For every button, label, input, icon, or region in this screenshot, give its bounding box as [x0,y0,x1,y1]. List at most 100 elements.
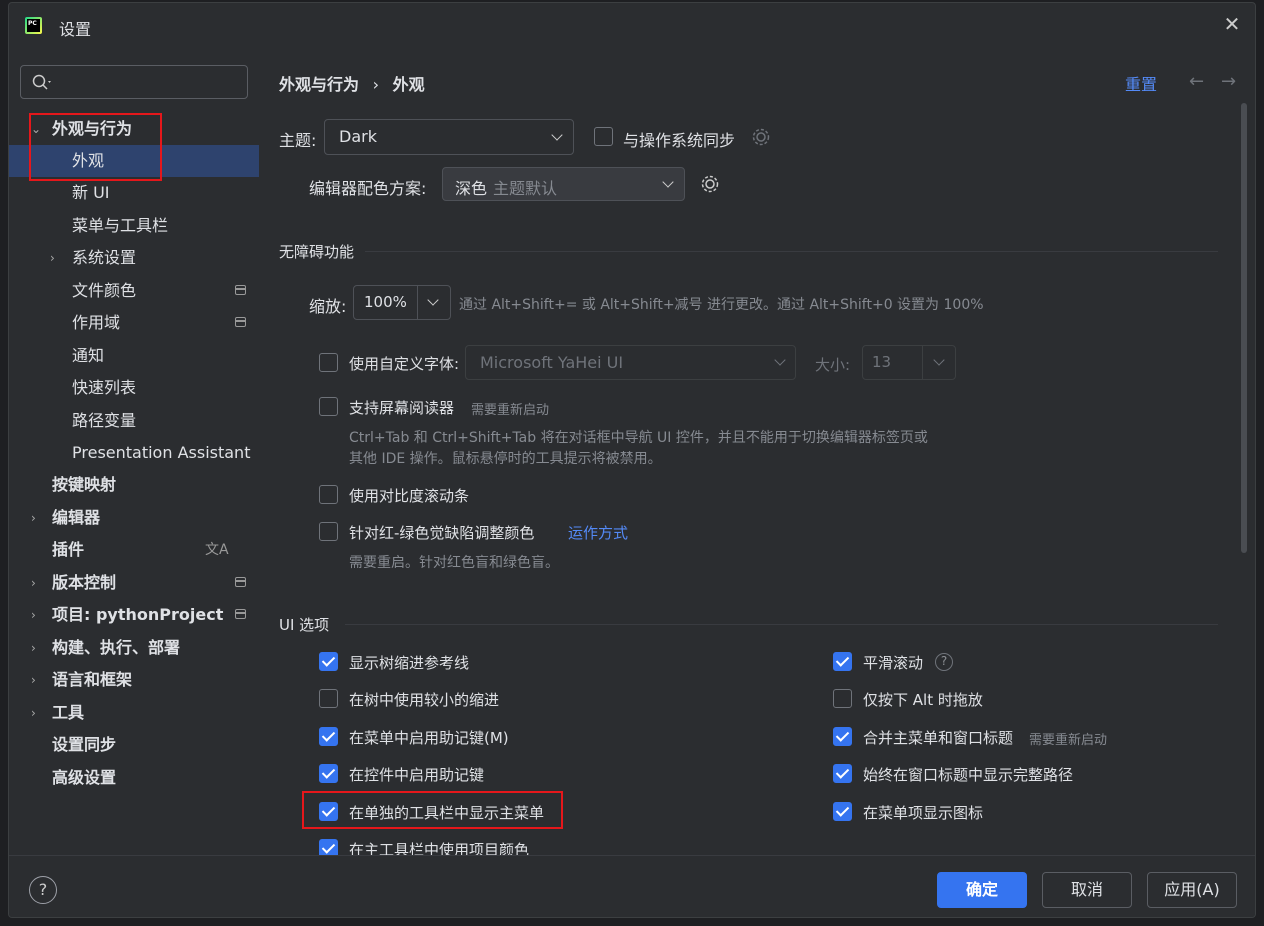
sidebar-item-path-variables[interactable]: 路径变量 [9,405,259,437]
sidebar-item-notifications[interactable]: 通知 [9,340,259,372]
sidebar-item-build[interactable]: › 构建、执行、部署 [9,632,259,664]
screen-reader-desc: 其他 IDE 操作。鼠标悬停时的工具提示将被禁用。 [349,451,662,467]
menu-icons-checkbox[interactable] [833,802,852,821]
cancel-button[interactable]: 取消 [1042,872,1132,908]
screen-reader-label: 支持屏幕阅读器 [349,399,455,417]
merge-menu-title-checkbox[interactable] [833,727,852,746]
smaller-indent-checkbox[interactable] [319,689,338,708]
highlight-annotation [302,791,563,829]
chevron-right-icon: › [31,706,36,720]
theme-label: 主题: [279,131,317,150]
colorblind-desc: 需要重启。针对红色盲和绿色盲。 [349,555,559,571]
back-arrow-icon[interactable]: ← [1189,71,1204,92]
sync-os-checkbox[interactable] [594,127,613,146]
zoom-label: 缩放: [309,297,347,316]
full-path-title-checkbox[interactable] [833,764,852,783]
sidebar-item-advanced-settings[interactable]: 高级设置 [9,762,259,794]
option-label: 在树中使用较小的缩进 [349,691,500,709]
screen-reader-desc: Ctrl+Tab 和 Ctrl+Shift+Tab 将在对话框中导航 UI 控件… [349,430,928,446]
apply-button[interactable]: 应用(A) [1147,872,1237,908]
chevron-right-icon: › [31,641,36,655]
search-icon [32,74,51,90]
chevron-right-icon: › [31,673,36,687]
option-label: 合并主菜单和窗口标题 [863,729,1014,747]
theme-dropdown[interactable]: Dark [324,119,574,155]
option-label: 在菜单中启用助记键(M) [349,729,509,747]
option-label: 仅按下 Alt 时拖放 [863,691,983,709]
option-label: 显示树缩进参考线 [349,654,470,672]
custom-font-label: 使用自定义字体: [349,355,460,373]
forward-arrow-icon[interactable]: → [1221,71,1236,92]
divider [922,346,923,379]
title-bar: PC 设置 ✕ [9,3,1255,49]
sidebar-item-keymap[interactable]: 按键映射 [9,469,259,501]
sidebar-item-editor[interactable]: › 编辑器 [9,502,259,534]
scheme-dropdown[interactable]: 深色 主题默认 [442,167,685,201]
sidebar-item-plugins[interactable]: 插件 文A [9,534,259,566]
help-icon[interactable]: ? [935,653,953,671]
chevron-down-icon [774,354,786,366]
size-label: 大小: [815,356,851,374]
sidebar-item-file-colors[interactable]: 文件颜色 [9,275,259,307]
tree-indent-guides-checkbox[interactable] [319,652,338,671]
contrast-scrollbar-label: 使用对比度滚动条 [349,487,470,505]
scrollbar[interactable] [1241,103,1247,553]
contrast-scrollbar-checkbox[interactable] [319,485,338,504]
dialog-footer: ? 确定 取消 应用(A) [9,855,1255,917]
sidebar-item-quick-lists[interactable]: 快速列表 [9,372,259,404]
chevron-down-icon [427,294,439,306]
screen-reader-hint: 需要重新启动 [471,403,550,418]
chevron-down-icon [933,354,945,366]
sidebar-item-vcs[interactable]: › 版本控制 [9,567,259,599]
option-label: 在菜单项显示图标 [863,804,984,822]
close-icon[interactable]: ✕ [1221,13,1243,35]
colorblind-label: 针对红-绿色觉缺陷调整颜色 [349,524,535,542]
zoom-dropdown[interactable]: 100% [353,285,451,320]
ok-button[interactable]: 确定 [937,872,1027,908]
size-dropdown[interactable]: 13 [862,345,956,380]
scheme-label: 编辑器配色方案: [309,179,427,198]
font-dropdown[interactable]: Microsoft YaHei UI [465,345,796,380]
sidebar-item-menus-toolbars[interactable]: 菜单与工具栏 [9,210,259,242]
gear-icon[interactable] [700,174,722,194]
section-accessibility: 无障碍功能 [279,243,355,261]
gear-icon[interactable] [751,127,771,147]
sidebar-item-system-settings[interactable]: › 系统设置 [9,242,259,274]
translate-icon: 文A [205,542,229,558]
chevron-down-icon [551,129,563,141]
divider [345,624,1218,625]
menu-mnemonics-checkbox[interactable] [319,727,338,746]
section-ui-options: UI 选项 [279,616,330,634]
screen-reader-checkbox[interactable] [319,397,338,416]
reset-link[interactable]: 重置 [1125,71,1157,95]
control-mnemonics-checkbox[interactable] [319,764,338,783]
colorblind-checkbox[interactable] [319,522,338,541]
chevron-right-icon: › [31,608,36,622]
project-level-icon [235,577,246,587]
sidebar-item-tools[interactable]: › 工具 [9,697,259,729]
zoom-hint: 通过 Alt+Shift+= 或 Alt+Shift+减号 进行更改。通过 Al… [459,297,984,313]
sidebar-item-languages[interactable]: › 语言和框架 [9,664,259,696]
chevron-right-icon: › [31,511,36,525]
sidebar-item-presentation-assistant[interactable]: Presentation Assistant [9,437,259,469]
sidebar-item-new-ui[interactable]: 新 UI [9,177,259,209]
option-label: 平滑滚动 [863,654,924,672]
breadcrumb: 外观与行为 › 外观 [279,75,425,94]
sidebar-item-settings-sync[interactable]: 设置同步 [9,729,259,761]
alt-drag-checkbox[interactable] [833,689,852,708]
smooth-scrolling-checkbox[interactable] [833,652,852,671]
settings-dialog: PC 设置 ✕ ⌄ 外观与行为 外观 新 UI 菜单与工具栏 › 系统设置 文件颜色… [8,2,1256,918]
sync-os-label: 与操作系统同步 [623,131,736,150]
how-it-works-link[interactable]: 运作方式 [568,522,628,543]
settings-sidebar: ⌄ 外观与行为 外观 新 UI 菜单与工具栏 › 系统设置 文件颜色 作用域 通知 … [9,49,259,855]
chevron-down-icon [662,176,674,188]
search-input[interactable] [20,65,248,99]
chevron-right-icon: › [31,576,36,590]
project-level-icon [235,317,246,327]
option-label: 在控件中启用助记键 [349,766,485,784]
custom-font-checkbox[interactable] [319,353,338,372]
sidebar-item-scopes[interactable]: 作用域 [9,307,259,339]
restart-hint: 需要重新启动 [1029,733,1108,748]
help-icon[interactable]: ? [29,876,57,904]
sidebar-item-project[interactable]: › 项目: pythonProject [9,599,259,631]
